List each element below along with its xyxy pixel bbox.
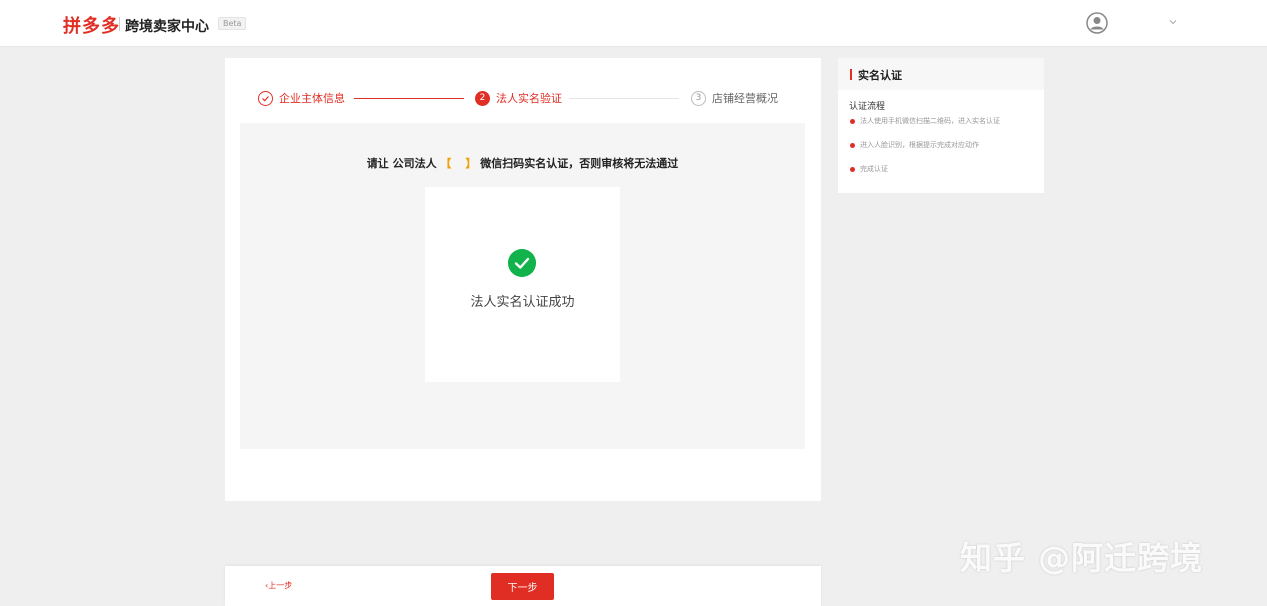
step-number: 3 xyxy=(691,90,706,106)
beta-badge: Beta xyxy=(218,17,247,30)
step-store-overview[interactable]: 3 店铺经营概况 xyxy=(691,90,778,106)
instruction-prefix: 请让 公司法人 xyxy=(366,157,437,170)
check-circle-icon xyxy=(258,90,273,106)
success-message: 法人实名认证成功 xyxy=(470,295,575,310)
guide-subtitle: 认证流程 xyxy=(849,102,886,112)
step-connector-done xyxy=(354,98,464,99)
guide-steps-list: 法人使用手机微信扫描二维码，进入实名认证 进入人脸识别，根据提示完成对应动作 完… xyxy=(850,116,1000,188)
guide-header: 实名认证 xyxy=(838,58,1044,90)
bracket-close: 】 xyxy=(465,157,477,170)
watermark: 知乎 @阿迁跨境 xyxy=(960,539,1204,577)
chevron-down-icon[interactable] xyxy=(1168,17,1178,27)
top-bar: 拼多多 跨境卖家中心 Beta xyxy=(0,0,1267,47)
step-company-info[interactable]: 企业主体信息 xyxy=(258,90,345,106)
step-number: 2 xyxy=(475,90,490,106)
footer-action-bar: ‹上一步 下一步 xyxy=(225,566,821,606)
step-legal-person-verify[interactable]: 2 法人实名验证 xyxy=(475,90,562,106)
product-title[interactable]: 跨境卖家中心 xyxy=(125,16,209,36)
verification-panel: 请让 公司法人 【】 微信扫码实名认证，否则审核将无法通过 法人实名认证成功 xyxy=(240,123,805,449)
step-label: 企业主体信息 xyxy=(279,92,345,105)
brand-logo[interactable]: 拼多多 xyxy=(63,12,120,38)
success-box: 法人实名认证成功 xyxy=(425,187,620,382)
verification-guide-card: 实名认证 认证流程 法人使用手机微信扫描二维码，进入实名认证 进入人脸识别，根据… xyxy=(838,58,1044,193)
next-step-button[interactable]: 下一步 xyxy=(491,573,554,600)
list-item: 完成认证 xyxy=(850,164,1000,188)
success-check-icon xyxy=(508,249,536,277)
list-item: 法人使用手机微信扫描二维码，进入实名认证 xyxy=(850,116,1000,140)
main-card: 企业主体信息 2 法人实名验证 3 店铺经营概况 请让 公司法人 【】 微信扫码… xyxy=(225,58,821,501)
accent-bar xyxy=(850,69,852,80)
logo-divider xyxy=(119,17,120,31)
prev-label: 上一步 xyxy=(268,581,293,590)
step-connector-pending xyxy=(569,98,679,99)
list-item: 进入人脸识别，根据提示完成对应动作 xyxy=(850,140,1000,164)
guide-title: 实名认证 xyxy=(858,69,902,82)
prev-step-link[interactable]: ‹上一步 xyxy=(265,580,292,591)
step-progress: 企业主体信息 2 法人实名验证 3 店铺经营概况 xyxy=(225,88,821,108)
bracket-open: 【 xyxy=(440,157,452,170)
step-label: 店铺经营概况 xyxy=(712,92,778,105)
user-avatar-icon[interactable] xyxy=(1086,12,1108,34)
instruction-suffix: 微信扫码实名认证，否则审核将无法通过 xyxy=(480,157,679,170)
instruction-text: 请让 公司法人 【】 微信扫码实名认证，否则审核将无法通过 xyxy=(240,155,805,171)
step-label: 法人实名验证 xyxy=(496,92,562,105)
